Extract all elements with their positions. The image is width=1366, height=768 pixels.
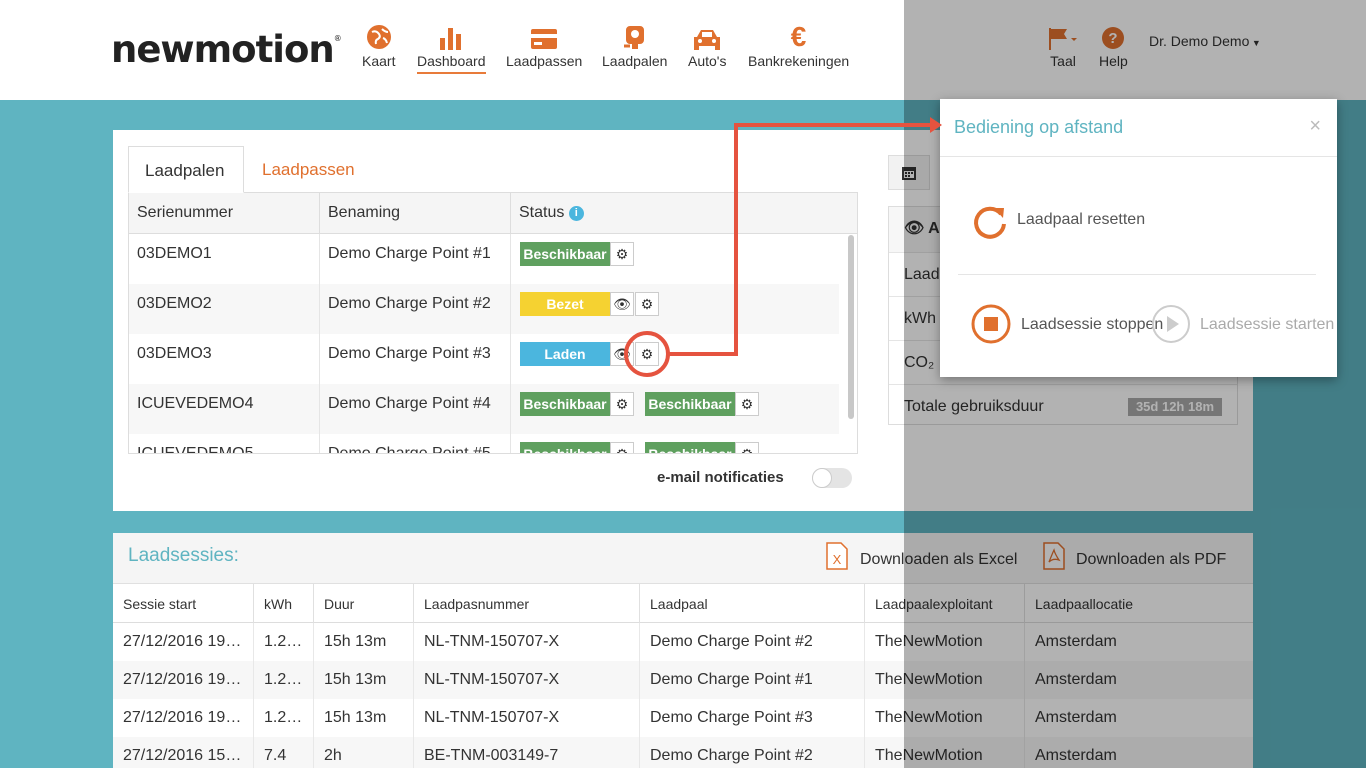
col-sessie-start[interactable]: Sessie start bbox=[113, 584, 254, 623]
name-cell: Demo Charge Point #2 bbox=[320, 284, 511, 334]
excel-icon[interactable]: X bbox=[826, 542, 848, 570]
nav-dashboard[interactable]: Dashboard bbox=[417, 24, 486, 74]
status-badge: Beschikbaar bbox=[520, 392, 610, 416]
email-notifications-toggle[interactable] bbox=[812, 468, 852, 488]
info-icon[interactable]: i bbox=[568, 206, 584, 221]
col-serienummer[interactable]: Serienummer bbox=[129, 193, 320, 233]
email-notifications-label: e-mail notificaties bbox=[657, 469, 784, 486]
eye-icon[interactable]: 👁 bbox=[610, 292, 634, 316]
table-row[interactable]: ICUEVEDEMO5 Demo Charge Point #5 Beschik… bbox=[129, 434, 839, 453]
gear-icon[interactable]: ⚙ bbox=[735, 442, 759, 453]
stop-icon bbox=[971, 304, 1011, 344]
gear-icon[interactable]: ⚙ bbox=[635, 342, 659, 366]
bar-chart-icon bbox=[438, 24, 464, 50]
tab-laadpalen[interactable]: Laadpalen bbox=[128, 146, 244, 193]
name-cell: Demo Charge Point #3 bbox=[320, 334, 511, 384]
nav-bankrekeningen[interactable]: € Bankrekeningen bbox=[748, 21, 849, 72]
serial-cell: ICUEVEDEMO5 bbox=[129, 434, 320, 453]
table-header: Serienummer Benaming Status i bbox=[129, 193, 857, 234]
col-kwh[interactable]: kWh bbox=[254, 584, 314, 623]
serial-cell: ICUEVEDEMO4 bbox=[129, 384, 320, 434]
serial-cell: 03DEMO1 bbox=[129, 234, 320, 284]
nav-laadpassen[interactable]: Laadpassen bbox=[506, 24, 582, 72]
col-laadpasnummer[interactable]: Laadpasnummer bbox=[414, 584, 640, 623]
globe-icon bbox=[366, 24, 392, 50]
svg-text:X: X bbox=[833, 552, 842, 567]
name-cell: Demo Charge Point #1 bbox=[320, 234, 511, 284]
gear-icon[interactable]: ⚙ bbox=[610, 242, 634, 266]
refresh-icon bbox=[974, 206, 1006, 239]
tab-laadpassen[interactable]: Laadpassen bbox=[246, 146, 371, 193]
close-icon[interactable]: × bbox=[1309, 115, 1321, 138]
remote-control-modal: Bediening op afstand × Laadpaal resetten… bbox=[940, 99, 1337, 377]
modal-title: Bediening op afstand bbox=[954, 117, 1124, 137]
table-scrollbar[interactable] bbox=[848, 235, 854, 419]
car-icon bbox=[692, 24, 722, 50]
play-icon bbox=[1152, 305, 1190, 343]
nav-laadpalen[interactable]: Laadpalen bbox=[602, 24, 667, 72]
newmotion-logo[interactable]: newmotion® bbox=[111, 28, 342, 71]
nav-kaart[interactable]: Kaart bbox=[362, 24, 395, 72]
status-badge: Bezet bbox=[520, 292, 610, 316]
gear-icon[interactable]: ⚙ bbox=[610, 392, 634, 416]
status-badge: Beschikbaar bbox=[520, 242, 610, 266]
status-badge: Beschikbaar bbox=[520, 442, 610, 453]
col-benaming[interactable]: Benaming bbox=[320, 193, 511, 233]
table-row[interactable]: 03DEMO3 Demo Charge Point #3 Laden 👁 ⚙ bbox=[129, 334, 839, 384]
card-icon bbox=[530, 24, 558, 50]
gear-icon[interactable]: ⚙ bbox=[735, 392, 759, 416]
serial-cell: 03DEMO3 bbox=[129, 334, 320, 384]
sessions-title: Laadsessies: bbox=[128, 545, 239, 566]
euro-icon: € bbox=[790, 21, 807, 52]
col-laadpaal[interactable]: Laadpaal bbox=[640, 584, 865, 623]
serial-cell: 03DEMO2 bbox=[129, 284, 320, 334]
charge-point-icon bbox=[622, 24, 648, 50]
status-badge: Laden bbox=[520, 342, 610, 366]
nav-autos[interactable]: Auto's bbox=[688, 24, 726, 72]
name-cell: Demo Charge Point #4 bbox=[320, 384, 511, 434]
name-cell: Demo Charge Point #5 bbox=[320, 434, 511, 453]
status-badge: Beschikbaar bbox=[645, 392, 735, 416]
charge-points-table: Serienummer Benaming Status i 03DEMO1 De… bbox=[128, 192, 858, 454]
table-row[interactable]: 03DEMO1 Demo Charge Point #1 Beschikbaar… bbox=[129, 234, 839, 284]
gear-icon[interactable]: ⚙ bbox=[635, 292, 659, 316]
col-duur[interactable]: Duur bbox=[314, 584, 414, 623]
col-status[interactable]: Status i bbox=[511, 193, 857, 233]
table-row[interactable]: ICUEVEDEMO4 Demo Charge Point #4 Beschik… bbox=[129, 384, 839, 434]
eye-icon[interactable]: 👁 bbox=[610, 342, 634, 366]
status-badge: Beschikbaar bbox=[645, 442, 735, 453]
gear-icon[interactable]: ⚙ bbox=[610, 442, 634, 453]
table-row[interactable]: 03DEMO2 Demo Charge Point #2 Bezet 👁 ⚙ bbox=[129, 284, 839, 334]
